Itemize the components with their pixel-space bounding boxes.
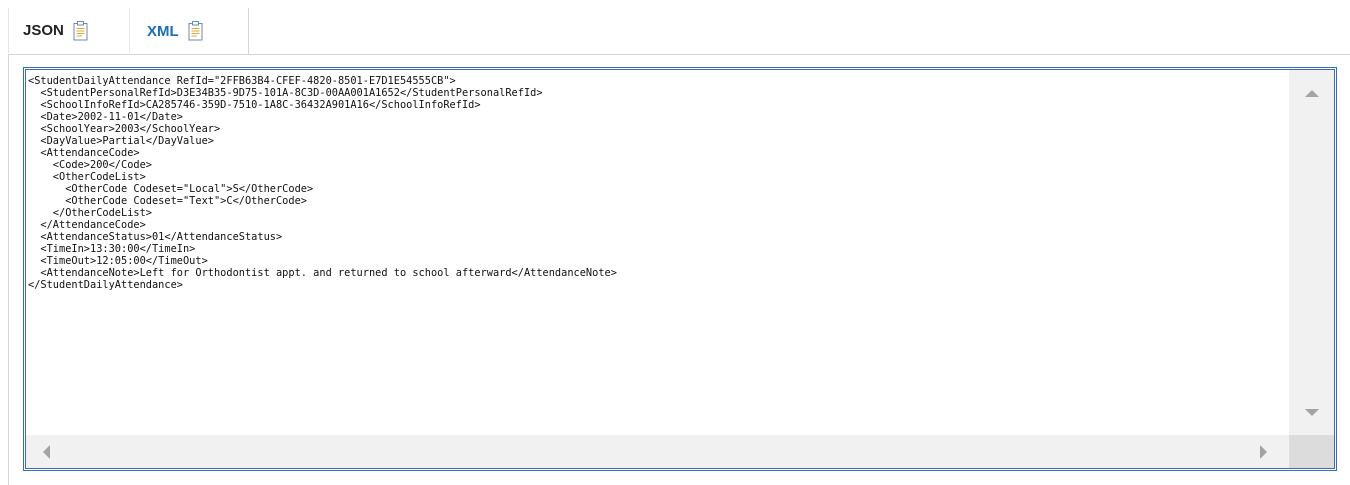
scroll-down-arrow-icon[interactable] [1305, 409, 1319, 416]
code-line: <OtherCode Codeset="Text">C</OtherCode> [28, 195, 307, 207]
vertical-scrollbar[interactable] [1289, 70, 1334, 436]
code-line: </AttendanceCode> [28, 219, 146, 231]
code-line: <AttendanceStatus>01</AttendanceStatus> [28, 231, 283, 243]
scrollbar-corner [1289, 435, 1334, 468]
horizontal-scrollbar[interactable] [26, 435, 1289, 468]
xml-code-panel[interactable]: <StudentDailyAttendance RefId="2FFB63B4-… [23, 67, 1337, 471]
format-tabs: JSON XML [8, 8, 1350, 55]
code-line: <SchoolYear>2003</SchoolYear> [28, 123, 221, 135]
scroll-up-arrow-icon[interactable] [1305, 90, 1319, 97]
clipboard-icon[interactable] [188, 21, 203, 41]
code-line: <OtherCode Codeset="Local">S</OtherCode> [28, 183, 314, 195]
code-line: <Date>2002-11-01</Date> [28, 111, 183, 123]
xml-code-text[interactable]: <StudentDailyAttendance RefId="2FFB63B4-… [28, 75, 1268, 435]
code-line: <TimeOut>12:05:00</TimeOut> [28, 255, 208, 267]
content-left-border [8, 54, 9, 485]
tab-xml-label: XML [147, 22, 179, 40]
code-line: <StudentPersonalRefId>D3E34B35-9D75-101A… [28, 87, 543, 99]
tab-json[interactable]: JSON [8, 8, 130, 53]
code-line: <SchoolInfoRefId>CA285746-359D-7510-1A8C… [28, 99, 481, 111]
tab-json-label: JSON [23, 22, 64, 39]
code-line: <OtherCodeList> [28, 171, 146, 183]
tab-xml[interactable]: XML [130, 8, 249, 54]
code-line: <StudentDailyAttendance RefId="2FFB63B4-… [28, 75, 456, 87]
scroll-left-arrow-icon[interactable] [43, 445, 50, 459]
code-line: <AttendanceCode> [28, 147, 140, 159]
code-line: <AttendanceNote>Left for Orthodontist ap… [28, 267, 617, 279]
code-line: <Code>200</Code> [28, 159, 152, 171]
code-line: <TimeIn>13:30:00</TimeIn> [28, 243, 196, 255]
clipboard-icon[interactable] [73, 20, 88, 41]
code-line: <DayValue>Partial</DayValue> [28, 135, 214, 147]
code-line: </OtherCodeList> [28, 207, 152, 219]
code-line: </StudentDailyAttendance> [28, 279, 183, 291]
scroll-right-arrow-icon[interactable] [1260, 445, 1267, 459]
